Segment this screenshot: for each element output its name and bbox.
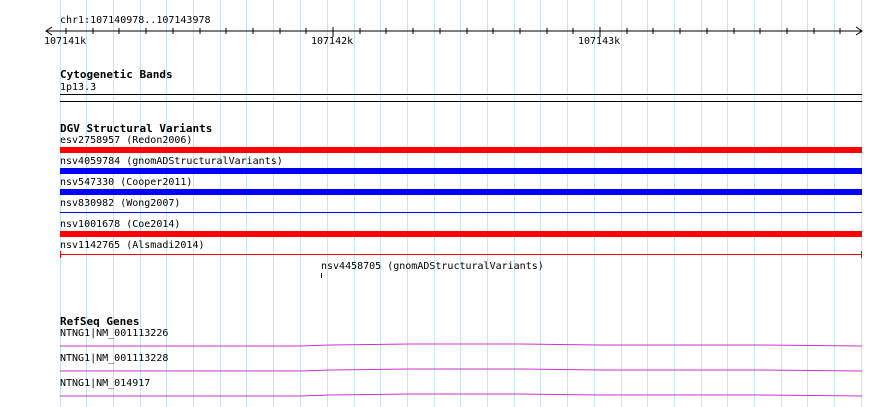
- gene-feature: [60, 368, 863, 372]
- cytoband-band-bottom[interactable]: [60, 101, 862, 102]
- ruler-label: 107143k: [578, 36, 621, 47]
- cytoband-band-top: [60, 94, 862, 95]
- variant-label: esv2758957 (Redon2006): [60, 135, 193, 146]
- variant-feature[interactable]: [60, 189, 862, 195]
- variant-feature[interactable]: [60, 212, 862, 213]
- variant-feature[interactable]: [60, 231, 862, 237]
- variant-label: nsv547330 (Cooper2011): [60, 177, 193, 188]
- variant-feature[interactable]: [60, 147, 862, 153]
- variant-label: nsv4059784 (gnomADStructuralVariants): [60, 156, 283, 167]
- variant-feature[interactable]: [60, 168, 862, 174]
- scale-ruler[interactable]: [0, 0, 890, 60]
- cytoband-label: 1p13.3: [60, 82, 97, 93]
- genome-browser-view: chr1:107140978..107143978 107141k 107142…: [0, 0, 890, 407]
- variant-feature[interactable]: [321, 273, 322, 278]
- ruler-label: 107141k: [44, 36, 87, 47]
- variant-label: nsv4458705 (gnomADStructuralVariants): [321, 261, 544, 272]
- gene-feature: [60, 393, 863, 397]
- variant-feature[interactable]: [60, 254, 862, 255]
- variant-feature-left-end: [60, 251, 61, 258]
- track-title-refseq[interactable]: RefSeq Genes: [60, 316, 139, 328]
- variant-label: nsv1001678 (Coe2014): [60, 219, 181, 230]
- gene-feature: [60, 343, 863, 347]
- refseq-gene-features[interactable]: [0, 330, 890, 407]
- variant-feature-right-end: [861, 251, 862, 258]
- track-title-dgv[interactable]: DGV Structural Variants: [60, 123, 212, 135]
- ruler-ticks: [65, 27, 841, 37]
- variant-label: nsv1142765 (Alsmadi2014): [60, 240, 205, 251]
- track-title-cytoband[interactable]: Cytogenetic Bands: [60, 69, 173, 81]
- variant-label: nsv830982 (Wong2007): [60, 198, 181, 209]
- ruler-label: 107142k: [311, 36, 354, 47]
